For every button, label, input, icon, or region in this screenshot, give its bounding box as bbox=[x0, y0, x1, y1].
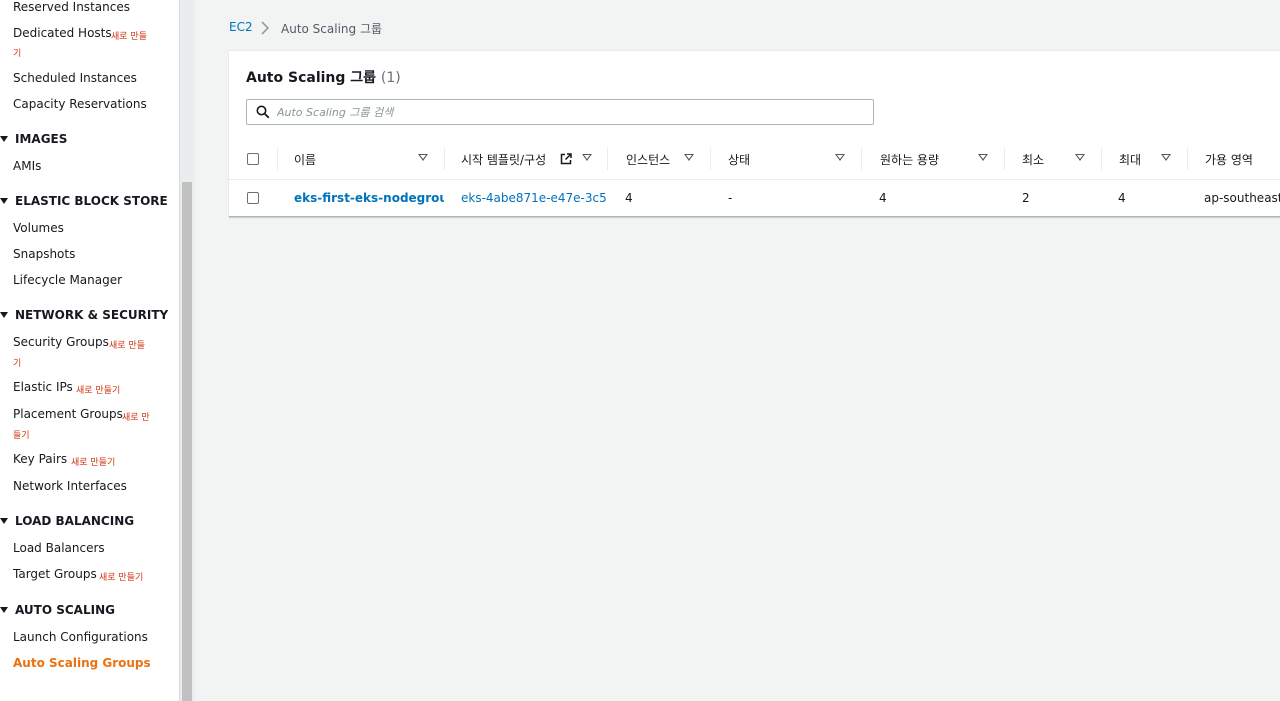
caret-down-icon bbox=[0, 197, 8, 204]
caret-down-icon bbox=[0, 606, 8, 613]
panel-title: Auto Scaling 그룹 (1) bbox=[246, 67, 401, 87]
column-divider[interactable] bbox=[1101, 148, 1102, 170]
sort-icon[interactable] bbox=[582, 154, 592, 161]
column-header-max[interactable]: 최대 bbox=[1119, 151, 1141, 168]
sidebar-item-network-interfaces[interactable]: Network Interfaces bbox=[13, 479, 127, 493]
section-title: IMAGES bbox=[15, 132, 68, 146]
column-divider[interactable] bbox=[444, 148, 445, 170]
sort-icon[interactable] bbox=[978, 154, 988, 161]
column-divider[interactable] bbox=[1004, 148, 1005, 170]
sort-icon[interactable] bbox=[684, 154, 694, 161]
search-icon bbox=[256, 105, 270, 119]
section-title: NETWORK & SECURITY bbox=[15, 308, 169, 322]
sidebar-item-volumes[interactable]: Volumes bbox=[13, 221, 64, 235]
sidebar-item-load-balancers[interactable]: Load Balancers bbox=[13, 541, 105, 555]
section-auto-scaling[interactable]: AUTO SCALING bbox=[0, 603, 115, 617]
new-badge[interactable]: 새로 만들 bbox=[109, 338, 145, 351]
new-badge[interactable]: 새로 만들 bbox=[111, 29, 147, 42]
row-checkbox[interactable] bbox=[247, 192, 259, 204]
breadcrumb-ec2[interactable]: EC2 bbox=[229, 20, 253, 34]
column-header-template[interactable]: 시작 템플릿/구성 bbox=[461, 151, 546, 168]
column-header-status[interactable]: 상태 bbox=[728, 151, 750, 168]
column-divider[interactable] bbox=[861, 148, 862, 170]
panel-title-text: Auto Scaling 그룹 bbox=[246, 70, 377, 86]
section-ebs[interactable]: ELASTIC BLOCK STORE bbox=[0, 194, 168, 208]
column-divider[interactable] bbox=[1187, 148, 1188, 170]
sidebar-item-auto-scaling-groups[interactable]: Auto Scaling Groups bbox=[13, 656, 151, 670]
sidebar-item-lifecycle-manager[interactable]: Lifecycle Manager bbox=[13, 273, 122, 287]
sidebar-item-launch-configurations[interactable]: Launch Configurations bbox=[13, 630, 148, 644]
panel-count: (1) bbox=[380, 70, 401, 86]
external-link-icon[interactable] bbox=[560, 153, 572, 165]
section-images[interactable]: IMAGES bbox=[0, 132, 67, 146]
caret-down-icon bbox=[0, 517, 8, 524]
sidebar-item-security-groups[interactable]: Security Groups bbox=[13, 335, 109, 349]
new-badge-wrap[interactable]: 기 bbox=[13, 356, 21, 369]
sidebar-scroll-thumb[interactable] bbox=[182, 182, 192, 701]
sidebar-item-reserved-instances[interactable]: Reserved Instances bbox=[13, 0, 130, 14]
search-field[interactable] bbox=[246, 99, 874, 125]
auto-scaling-groups-panel: Auto Scaling 그룹 (1) 이름 시작 템플릿/구성 인스턴스 상태… bbox=[229, 50, 1280, 217]
column-header-instances[interactable]: 인스턴스 bbox=[626, 151, 670, 168]
section-load-balancing[interactable]: LOAD BALANCING bbox=[0, 514, 134, 528]
breadcrumb-current: Auto Scaling 그룹 bbox=[281, 22, 383, 36]
sidebar-item-capacity-reservations[interactable]: Capacity Reservations bbox=[13, 97, 147, 111]
column-header-name[interactable]: 이름 bbox=[294, 151, 316, 168]
row-desired-capacity: 4 bbox=[879, 191, 887, 205]
new-badge[interactable]: 새로 만들기 bbox=[71, 455, 115, 468]
new-badge[interactable]: 새로 만들기 bbox=[76, 383, 120, 396]
new-badge[interactable]: 새로 만들기 bbox=[99, 570, 143, 583]
section-network-security[interactable]: NETWORK & SECURITY bbox=[0, 308, 168, 322]
sort-icon[interactable] bbox=[835, 154, 845, 161]
column-header-availability-zone[interactable]: 가용 영역 bbox=[1205, 151, 1253, 168]
sort-icon[interactable] bbox=[418, 154, 428, 161]
sort-icon[interactable] bbox=[1161, 154, 1171, 161]
column-divider[interactable] bbox=[710, 148, 711, 170]
new-badge-wrap[interactable]: 기 bbox=[13, 46, 21, 59]
row-template-link[interactable]: eks-4abe871e-e47e-3c53-9 bbox=[461, 191, 607, 205]
column-header-min[interactable]: 최소 bbox=[1022, 151, 1044, 168]
row-availability-zone: ap-southeast-2a bbox=[1204, 191, 1280, 205]
sidebar-item-key-pairs[interactable]: Key Pairs bbox=[13, 452, 67, 466]
sidebar-item-scheduled-instances[interactable]: Scheduled Instances bbox=[13, 71, 137, 85]
sidebar-item-elastic-ips[interactable]: Elastic IPs bbox=[13, 380, 73, 394]
row-status: - bbox=[728, 191, 733, 205]
row-max: 4 bbox=[1118, 191, 1126, 205]
sidebar-item-snapshots[interactable]: Snapshots bbox=[13, 247, 75, 261]
new-badge-wrap[interactable]: 들기 bbox=[13, 428, 30, 441]
search-input[interactable] bbox=[275, 103, 859, 121]
caret-down-icon bbox=[0, 135, 8, 142]
new-badge[interactable]: 새로 만 bbox=[122, 410, 150, 423]
sort-icon[interactable] bbox=[1075, 154, 1085, 161]
select-all-checkbox[interactable] bbox=[247, 153, 259, 165]
sidebar-item-placement-groups[interactable]: Placement Groups bbox=[13, 407, 123, 421]
row-name-link[interactable]: eks-first-eks-nodegroup-4abe871e-e47e-3c… bbox=[294, 191, 444, 205]
row-instances: 4 bbox=[625, 191, 633, 205]
section-title: LOAD BALANCING bbox=[15, 514, 135, 528]
column-header-desired-capacity[interactable]: 원하는 용량 bbox=[880, 151, 939, 168]
row-min: 2 bbox=[1022, 191, 1030, 205]
sidebar-nav: Reserved Instances Dedicated Hosts 새로 만들… bbox=[0, 0, 179, 701]
caret-down-icon bbox=[0, 311, 8, 318]
chevron-right-icon bbox=[261, 21, 269, 35]
column-divider[interactable] bbox=[607, 148, 608, 170]
column-divider bbox=[277, 148, 278, 170]
sidebar-item-amis[interactable]: AMIs bbox=[13, 159, 41, 173]
table-header: 이름 시작 템플릿/구성 인스턴스 상태 원하는 용량 최소 최대 가용 영역 bbox=[229, 139, 1280, 180]
sidebar-item-target-groups[interactable]: Target Groups bbox=[13, 567, 97, 581]
section-title: ELASTIC BLOCK STORE bbox=[15, 194, 168, 208]
table-row[interactable]: eks-first-eks-nodegroup-4abe871e-e47e-3c… bbox=[229, 180, 1280, 215]
sidebar-item-dedicated-hosts[interactable]: Dedicated Hosts bbox=[13, 26, 112, 40]
section-title: AUTO SCALING bbox=[15, 603, 115, 617]
